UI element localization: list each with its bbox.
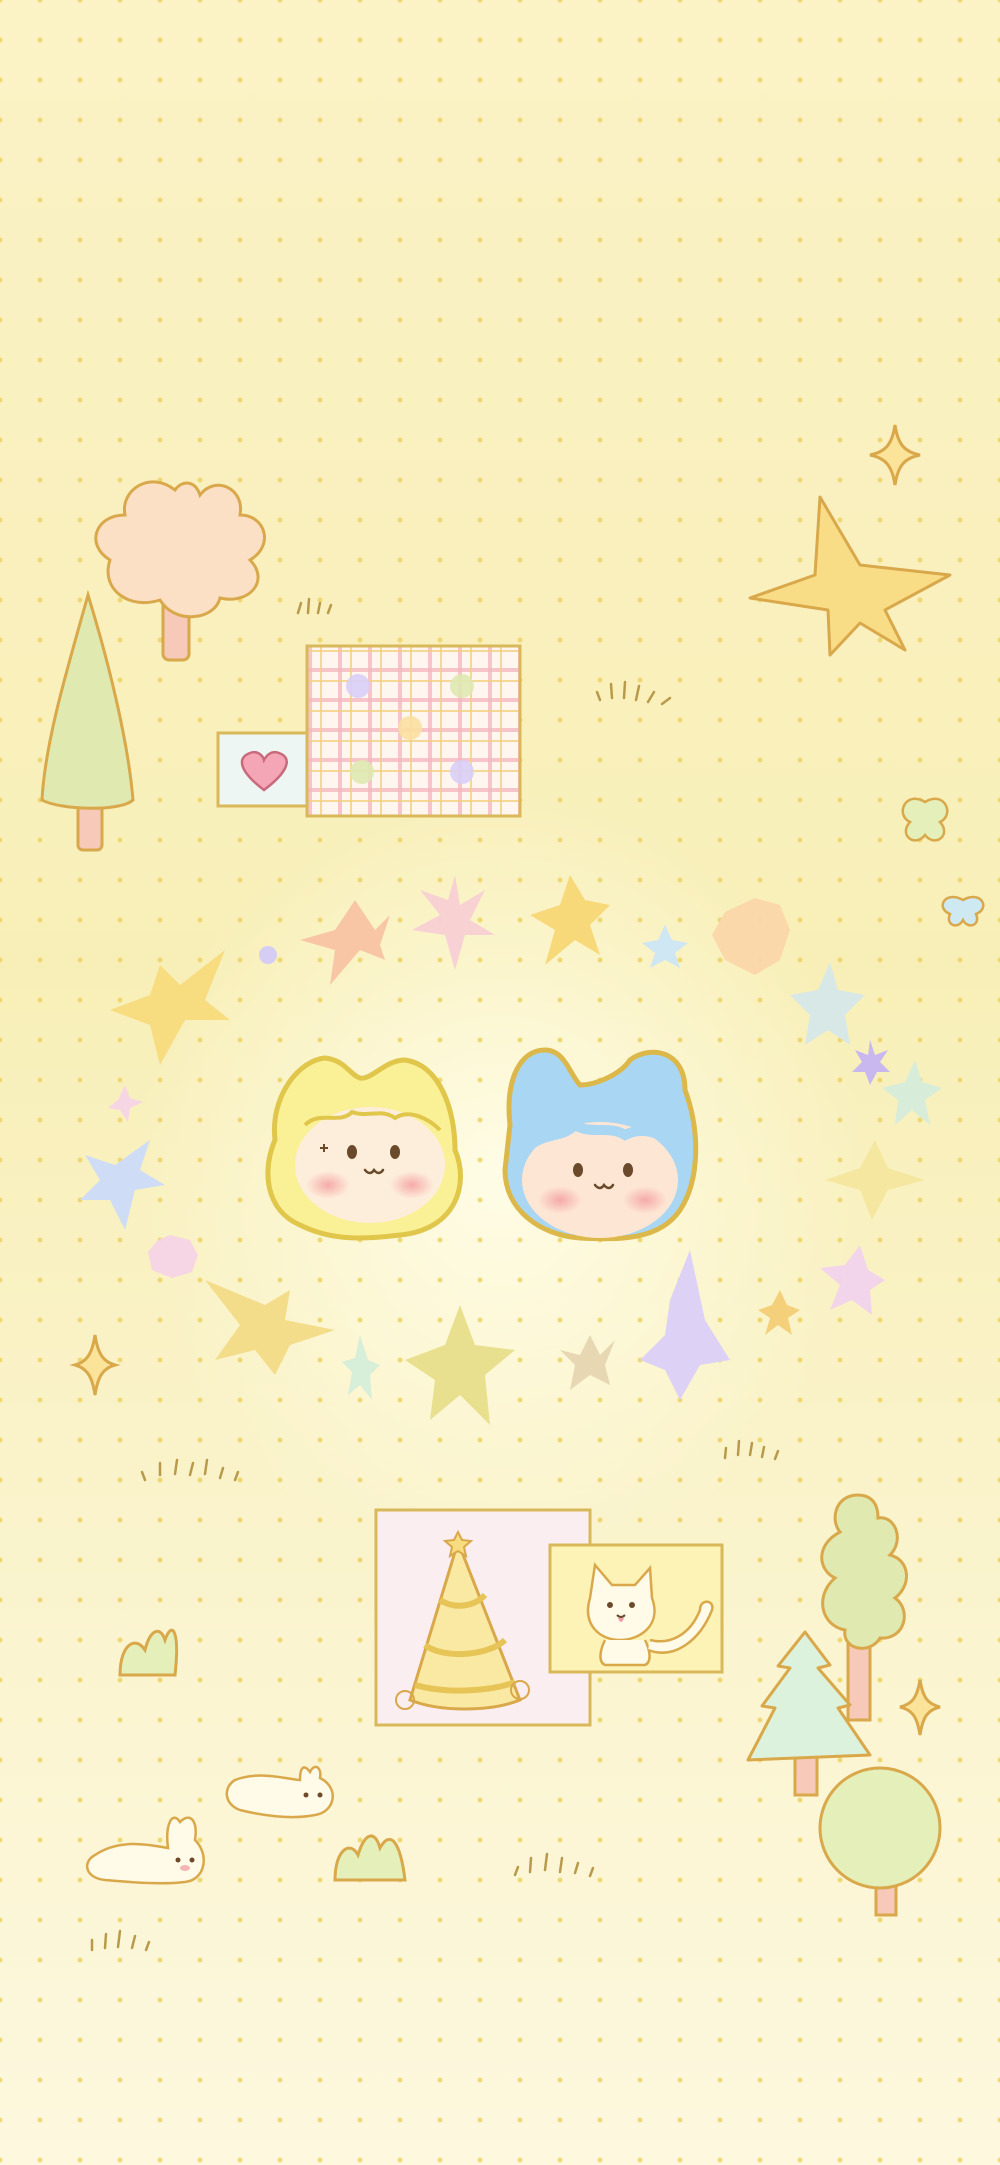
bunny-hood-character (502, 1047, 699, 1242)
bunny (225, 1765, 334, 1819)
butterfly-green (901, 797, 949, 842)
butterfly-blue (941, 895, 985, 927)
cone-tree-green (40, 589, 135, 852)
cat-card (548, 1543, 724, 1674)
plaid-card (305, 644, 522, 818)
illustration-scene (40, 424, 985, 1952)
bush-tree-peach (94, 480, 266, 662)
sparkle (869, 424, 921, 486)
sparkle (69, 1334, 121, 1396)
big-star-yellow (748, 495, 952, 657)
heart-card (216, 731, 312, 808)
chick-hood-character (265, 1055, 463, 1241)
grass-bush (118, 1628, 407, 1882)
bunny (85, 1816, 205, 1885)
sparkle (899, 1679, 941, 1736)
